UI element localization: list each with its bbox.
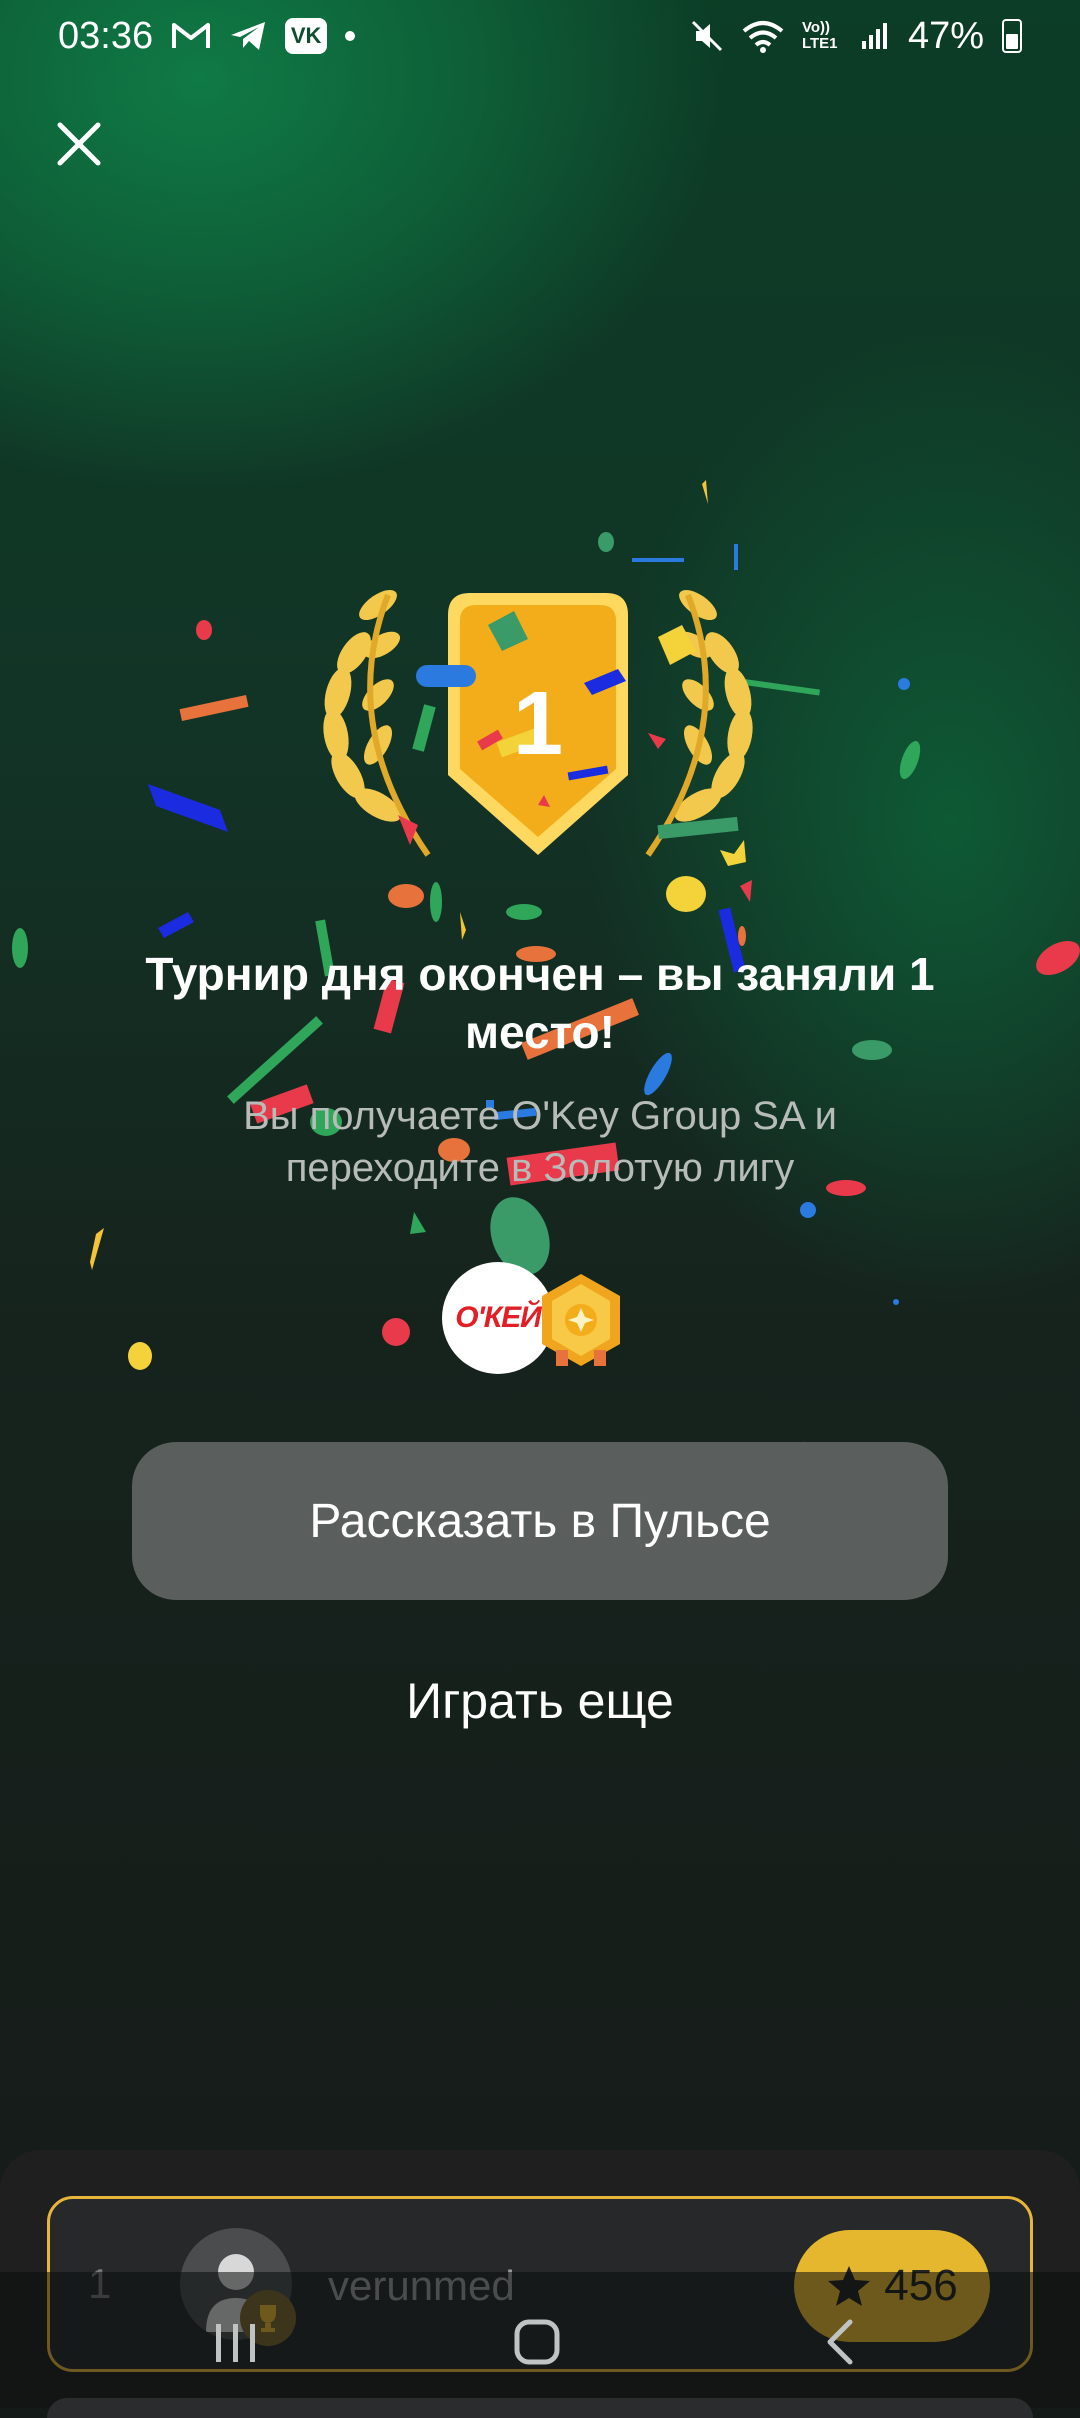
status-time: 03:36 bbox=[58, 14, 154, 57]
result-subtitle: Вы получаете O'Key Group SA и переходите… bbox=[243, 1094, 837, 1190]
telegram-icon bbox=[229, 19, 267, 53]
gmail-icon bbox=[171, 21, 211, 51]
first-place-badge: 1 bbox=[318, 585, 758, 875]
next-leaderboard-row bbox=[47, 2398, 1033, 2418]
prize-logos: О'КЕЙ bbox=[438, 1262, 638, 1374]
background bbox=[0, 0, 1080, 2408]
back-button[interactable] bbox=[812, 2316, 872, 2368]
home-icon bbox=[514, 2319, 560, 2365]
close-icon bbox=[57, 122, 101, 166]
home-button[interactable] bbox=[508, 2316, 568, 2368]
volte-icon: Vo)) LTE1 bbox=[801, 19, 838, 52]
status-left: 03:36 VK bbox=[58, 14, 356, 58]
status-bar: 03:36 VK Vo)) LTE1 47% bbox=[0, 0, 1080, 72]
battery-percent: 47% bbox=[907, 14, 984, 57]
battery-icon bbox=[1002, 19, 1022, 53]
result-title: Турнир дня окончен – вы заняли 1 место! bbox=[145, 948, 935, 1058]
vk-icon: VK bbox=[285, 18, 328, 54]
close-button[interactable] bbox=[50, 115, 108, 173]
mute-icon bbox=[690, 19, 724, 53]
place-number: 1 bbox=[512, 674, 564, 774]
recent-apps-button[interactable] bbox=[206, 2316, 266, 2368]
recent-apps-icon bbox=[216, 2324, 255, 2362]
status-right: Vo)) LTE1 47% bbox=[690, 15, 1022, 58]
back-icon bbox=[827, 2319, 853, 2365]
wifi-icon bbox=[742, 19, 784, 53]
notification-dot bbox=[345, 31, 356, 41]
play-again-link[interactable]: Играть еще bbox=[240, 1672, 840, 1730]
share-in-pulse-button[interactable]: Рассказать в Пульсе bbox=[132, 1442, 948, 1600]
gold-league-icon bbox=[542, 1274, 620, 1366]
signal-icon bbox=[860, 21, 890, 51]
